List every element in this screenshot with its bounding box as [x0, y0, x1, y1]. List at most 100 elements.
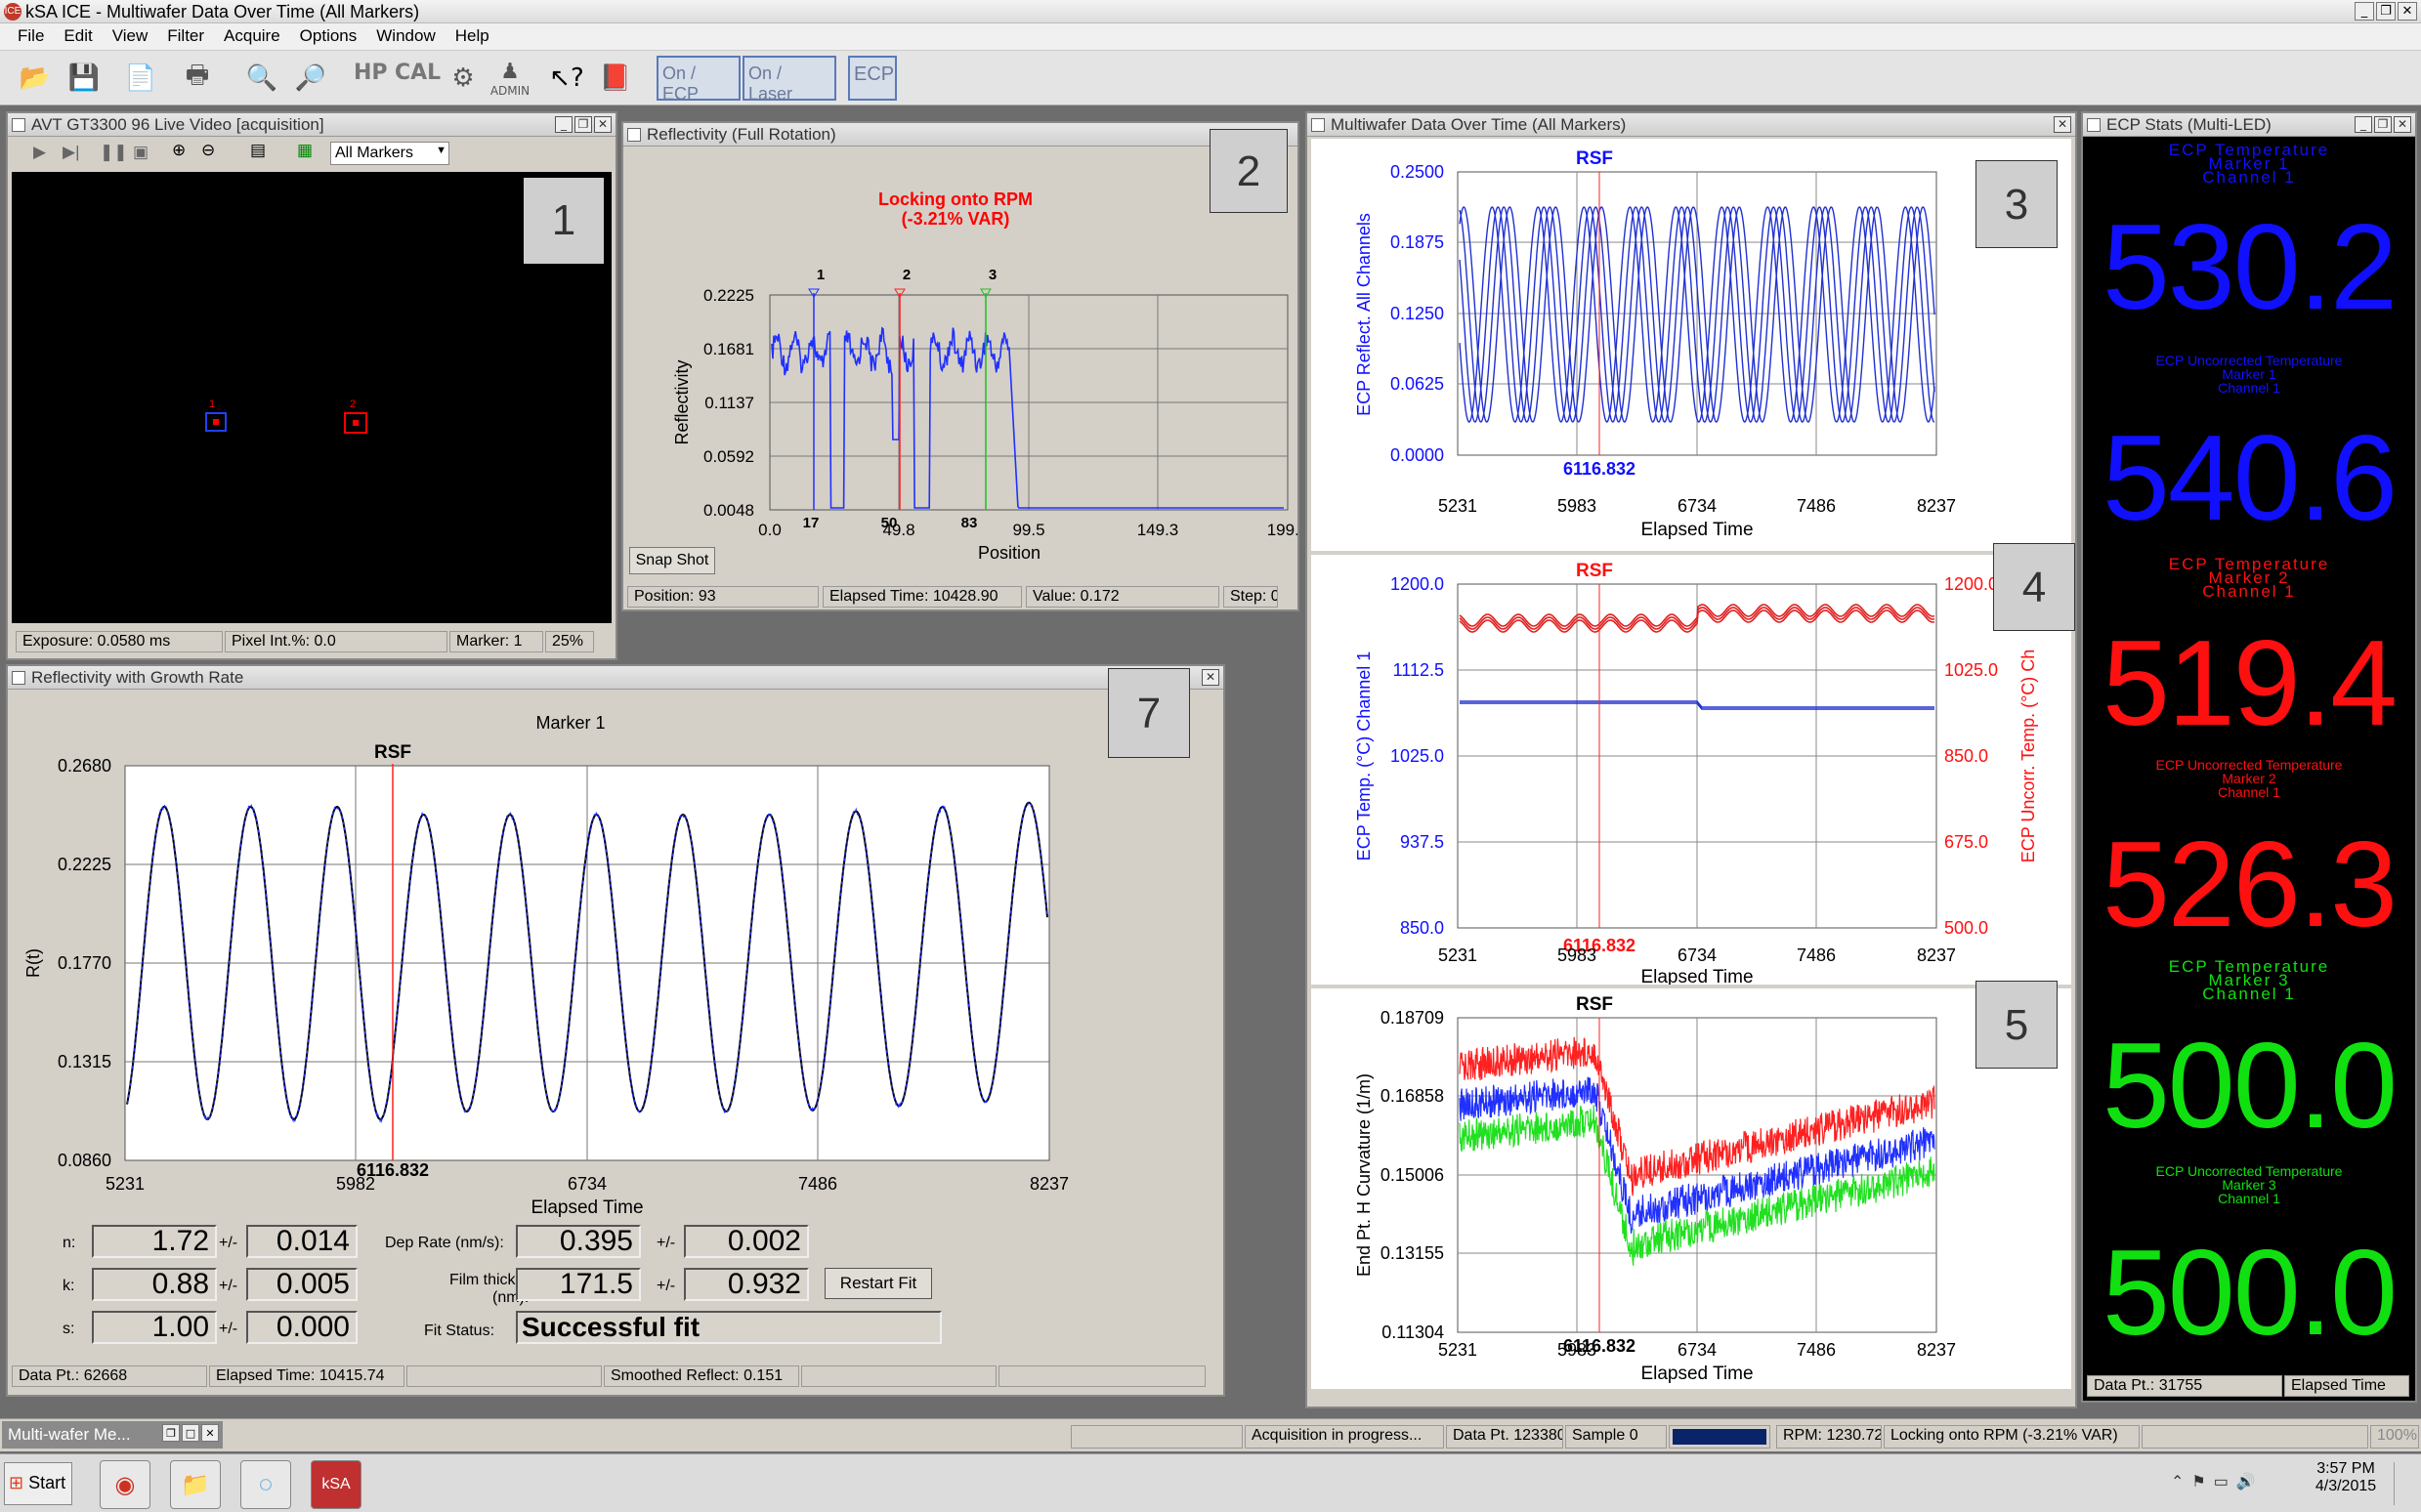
- minimize-button[interactable]: _: [555, 116, 573, 133]
- restore-button[interactable]: ❐: [2374, 116, 2392, 133]
- growth-rate-window: Reflectivity with Growth Rate ✕ 7 Marker…: [6, 664, 1225, 1397]
- cursor-label: 3: [989, 267, 997, 283]
- save-icon[interactable]: 💾: [63, 57, 106, 100]
- menu-edit[interactable]: Edit: [54, 23, 102, 50]
- xtick: 8237: [1917, 496, 1956, 516]
- menu-help[interactable]: Help: [446, 23, 499, 50]
- locking-status: Locking onto RPM (-3.21% VAR): [1884, 1425, 2140, 1449]
- xtick: 199.0: [1267, 521, 1297, 539]
- zoom-in-icon[interactable]: ⊕: [172, 141, 186, 160]
- reflectivity-series: [771, 326, 1284, 509]
- ecp-button[interactable]: ECP: [848, 56, 897, 101]
- temperature-chart[interactable]: RSF 1200.0 1112.5 1025.0 937.5 850.0 120…: [1311, 555, 2071, 985]
- grid-icon[interactable]: ▦: [297, 141, 313, 160]
- y2tick: 1200.0: [1944, 574, 1998, 594]
- zoom-in-icon[interactable]: 🔍: [240, 57, 283, 100]
- growth-rate-chart[interactable]: Marker 1 RSF 0.2680 0.2225 0.1770 0.1315…: [8, 690, 1223, 1237]
- xtick: 5983: [1557, 945, 1596, 965]
- snapshot-button[interactable]: Snap Shot: [629, 547, 715, 574]
- help-pointer-icon[interactable]: ↖?: [545, 57, 588, 100]
- hp-button[interactable]: HP: [354, 61, 388, 85]
- open-folder-icon[interactable]: 📂: [14, 57, 57, 100]
- help-book-icon[interactable]: 📕: [594, 57, 637, 100]
- reel-icon[interactable]: ⚙: [442, 57, 485, 100]
- ecp-toggle[interactable]: On / ECP: [657, 56, 741, 104]
- close-button[interactable]: ✕: [2054, 116, 2071, 133]
- xtick: 5231: [106, 1174, 145, 1194]
- ytick: 0.18709: [1380, 1008, 1444, 1028]
- menu-filter[interactable]: Filter: [157, 23, 214, 50]
- minimized-window[interactable]: Multi-wafer Me... ❐ □ ✕: [2, 1421, 223, 1449]
- film-thickness-value: 171.5: [516, 1268, 641, 1301]
- ytick: 0.11304: [1381, 1323, 1444, 1342]
- rpm-var: (-3.21% VAR): [902, 209, 1010, 229]
- minimize-button[interactable]: _: [2355, 116, 2372, 133]
- sync-icon[interactable]: ◌: [240, 1460, 291, 1509]
- menu-window[interactable]: Window: [366, 23, 445, 50]
- close-button[interactable]: ✕: [2394, 116, 2411, 133]
- print-icon[interactable]: 🖶: [176, 57, 219, 100]
- ytick: 0.1770: [58, 953, 111, 973]
- copy-icon[interactable]: 📄: [119, 57, 162, 100]
- close-button[interactable]: ✕: [1202, 669, 1219, 686]
- clock[interactable]: 3:57 PM 4/3/2015: [2312, 1460, 2380, 1495]
- ytick: 0.15006: [1380, 1165, 1444, 1185]
- x-axis-label: Elapsed Time: [1640, 1364, 1753, 1384]
- film-thickness-error: 0.932: [684, 1268, 809, 1301]
- restore-button[interactable]: ❐: [162, 1424, 180, 1442]
- play-icon[interactable]: ▶: [33, 143, 46, 162]
- cursor-label: 2: [903, 267, 911, 283]
- close-button[interactable]: ✕: [2398, 2, 2417, 21]
- reflectivity-rotation-title: Reflectivity (Full Rotation): [623, 123, 1297, 147]
- taskbar: ⊞ Start ◉ 📁 ◌ kSA ⌃⚑▭🔊 3:57 PM 4/3/2015: [0, 1453, 2421, 1512]
- camera-icon[interactable]: ▤: [250, 141, 266, 160]
- pause-icon[interactable]: ❚❚: [100, 143, 128, 162]
- step-icon[interactable]: ▶|: [63, 143, 80, 162]
- cursor-label: 1: [817, 267, 825, 283]
- zoom-out-icon[interactable]: ⊖: [201, 141, 215, 160]
- ytick: 1200.0: [1390, 574, 1444, 594]
- admin-icon[interactable]: ♟ ADMIN: [488, 57, 531, 100]
- xtick: 6734: [1678, 945, 1717, 965]
- chrome-icon[interactable]: ◉: [100, 1460, 150, 1509]
- ecp-stats-panel: ECP Temperature Marker 1 Channel 1 530.2…: [2083, 139, 2415, 1365]
- growth-rate-title: Reflectivity with Growth Rate ✕: [8, 666, 1223, 690]
- close-button[interactable]: ✕: [594, 116, 612, 133]
- marker-2-box[interactable]: [344, 412, 367, 434]
- curvature-chart[interactable]: RSF 0.18709 0.16858 0.15006 0.13155 0.11…: [1311, 988, 2071, 1389]
- zoom-out-icon[interactable]: 🔎: [289, 57, 332, 100]
- ytick: 0.2225: [58, 855, 111, 874]
- marker-select[interactable]: All Markers ▼: [330, 142, 449, 165]
- xtick: 0.0: [758, 521, 782, 539]
- folder-icon[interactable]: 📁: [170, 1460, 221, 1509]
- windows-logo-icon: ⊞: [9, 1473, 24, 1492]
- show-desktop-button[interactable]: [2394, 1462, 2415, 1505]
- video-view[interactable]: 1 1 2: [12, 172, 612, 623]
- xtick: 149.3: [1137, 521, 1179, 539]
- menu-file[interactable]: File: [8, 23, 54, 50]
- maximize-button[interactable]: □: [182, 1424, 199, 1442]
- group-label: Channel 1: [2202, 168, 2296, 187]
- reflect-all-chart[interactable]: RSF 0.2500 0.1875 0.1250 0.0625 0.0000 E…: [1311, 139, 2071, 551]
- menu-acquire[interactable]: Acquire: [214, 23, 290, 50]
- exposure-status: Exposure: 0.0580 ms: [16, 631, 223, 652]
- snapshot-icon[interactable]: ▣: [133, 143, 149, 162]
- cal-button[interactable]: CAL: [395, 61, 441, 85]
- menu-options[interactable]: Options: [290, 23, 367, 50]
- xtick: 5231: [1438, 496, 1477, 516]
- ytick: 0.13155: [1380, 1243, 1444, 1263]
- ksa-app-icon[interactable]: kSA: [311, 1460, 361, 1509]
- restore-button[interactable]: ❐: [574, 116, 592, 133]
- restart-fit-button[interactable]: Restart Fit: [825, 1268, 932, 1299]
- minimize-button[interactable]: _: [2355, 2, 2374, 21]
- menu-view[interactable]: View: [103, 23, 158, 50]
- tray-icons[interactable]: ⌃⚑▭🔊: [2171, 1472, 2264, 1491]
- laser-toggle[interactable]: On / Laser: [743, 56, 836, 104]
- restore-button[interactable]: ❐: [2376, 2, 2396, 21]
- close-button[interactable]: ✕: [201, 1424, 219, 1442]
- reflectivity-rotation-chart[interactable]: Locking onto RPM (-3.21% VAR) 0.2225 0.1…: [623, 147, 1297, 576]
- marker-1-box[interactable]: [205, 412, 227, 432]
- start-button[interactable]: ⊞ Start: [4, 1462, 72, 1505]
- reflectivity-rotation-window: Reflectivity (Full Rotation) 2 Locking o…: [621, 121, 1299, 611]
- ytick: 0.1315: [58, 1052, 111, 1071]
